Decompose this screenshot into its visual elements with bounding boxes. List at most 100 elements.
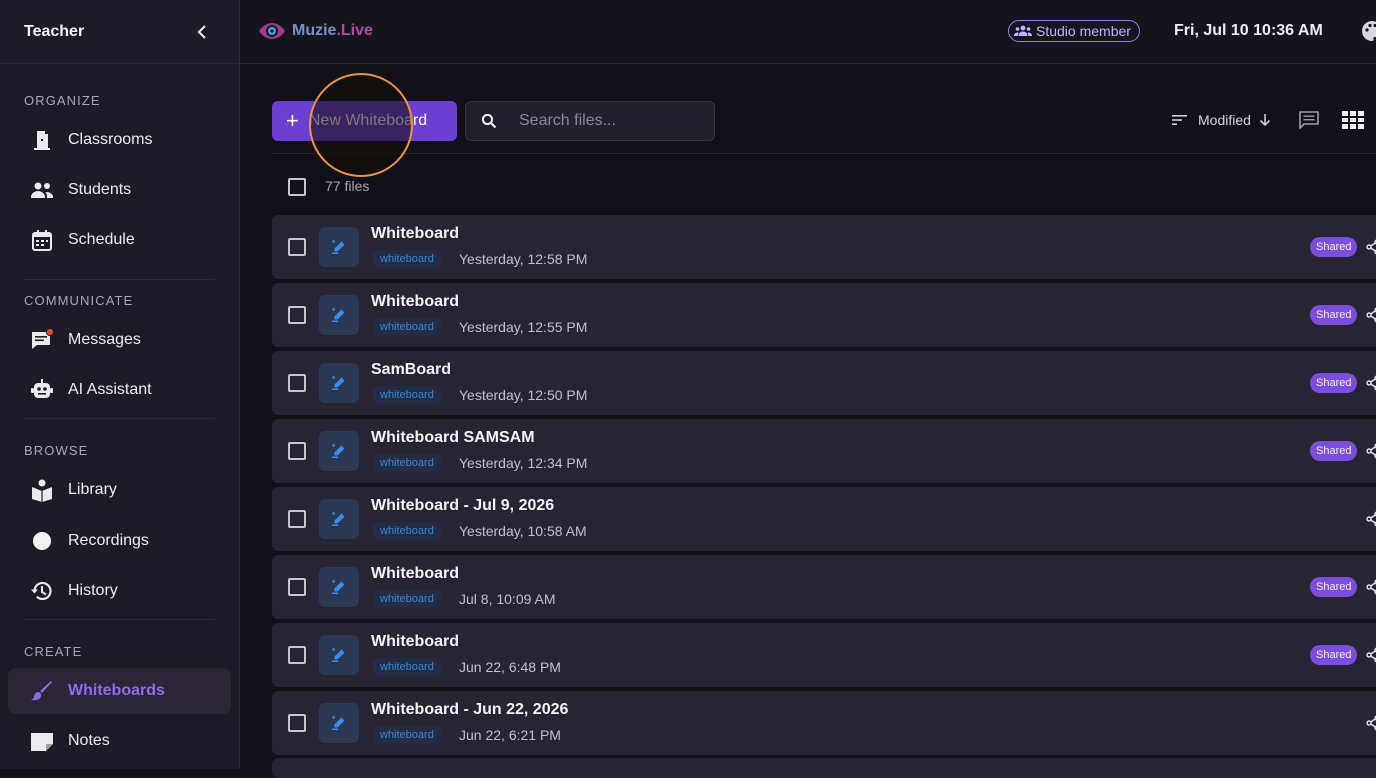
sidebar-item-schedule[interactable]: Schedule: [8, 217, 231, 263]
row-checkbox[interactable]: [288, 646, 306, 664]
file-modified-date: Jun 22, 6:48 PM: [459, 659, 561, 675]
sidebar-item-history[interactable]: History: [8, 568, 231, 614]
table-row[interactable]: Whiteboard - Jun 22, 2026 whiteboard Jun 2…: [272, 691, 1376, 755]
row-checkbox[interactable]: [288, 714, 306, 732]
arrow-down-icon: [1259, 114, 1270, 127]
row-checkbox[interactable]: [288, 578, 306, 596]
file-name[interactable]: Whiteboard - Jun 22, 2026: [371, 701, 568, 719]
search-input[interactable]: [517, 111, 701, 131]
sidebar-divider: [24, 619, 215, 620]
table-row[interactable]: Whiteboard whiteboard Jul 8, 10:09 AM Share…: [272, 555, 1376, 619]
table-row[interactable]: Whiteboard whiteboard Jun 22, 6:48 PM Share…: [272, 623, 1376, 687]
share-icon[interactable]: [1366, 307, 1376, 328]
share-icon[interactable]: [1366, 443, 1376, 464]
whiteboard-edit-icon: [332, 580, 345, 594]
book-icon: [30, 478, 54, 502]
table-row[interactable]: Whiteboard SAMSAM whiteboard Yesterday, 12…: [272, 419, 1376, 483]
shared-badge: Shared: [1310, 577, 1358, 597]
list-view-button[interactable]: [1299, 111, 1319, 134]
sort-label: Modified: [1198, 112, 1251, 128]
table-row[interactable]: [272, 758, 1376, 778]
row-checkbox[interactable]: [288, 442, 306, 460]
row-checkbox[interactable]: [288, 238, 306, 256]
new-whiteboard-button[interactable]: + New Whiteboard: [272, 101, 457, 141]
new-whiteboard-label: New Whiteboard: [308, 112, 428, 129]
file-name[interactable]: Whiteboard SAMSAM: [371, 429, 535, 447]
whiteboard-edit-icon: [332, 444, 345, 458]
sidebar-header: Teacher: [0, 0, 239, 64]
file-modified-date: Jun 22, 6:21 PM: [459, 727, 561, 743]
note-icon: [30, 729, 54, 753]
file-name[interactable]: Whiteboard: [371, 225, 459, 243]
whiteboard-thumbnail: [319, 499, 359, 539]
file-type-tag: whiteboard: [373, 318, 441, 336]
list-view-icon: [1299, 111, 1319, 130]
search-box[interactable]: [465, 101, 715, 141]
whiteboard-thumbnail: [319, 431, 359, 471]
sidebar-item-label: Students: [68, 181, 132, 198]
row-checkbox[interactable]: [288, 306, 306, 324]
shared-badge: Shared: [1310, 373, 1358, 393]
file-type-tag: whiteboard: [373, 658, 441, 676]
file-name[interactable]: Whiteboard: [371, 293, 459, 311]
file-name[interactable]: Whiteboard: [371, 565, 459, 583]
top-bar: Muzie.Live Studio member Fri, Jul 10 10:…: [240, 0, 1376, 64]
sidebar-item-label: Whiteboards: [68, 682, 165, 699]
file-modified-date: Yesterday, 12:34 PM: [459, 455, 588, 471]
sidebar-item-library[interactable]: Library: [8, 467, 231, 513]
table-row[interactable]: SamBoard whiteboard Yesterday, 12:50 PM Sha…: [272, 351, 1376, 415]
row-checkbox[interactable]: [288, 510, 306, 528]
palette-icon[interactable]: [1361, 20, 1376, 47]
group-icon: [1014, 25, 1032, 36]
table-row[interactable]: Whiteboard - Jul 9, 2026 whiteboard Yester…: [272, 487, 1376, 551]
sort-control[interactable]: Modified: [1172, 112, 1271, 128]
select-all-checkbox[interactable]: [288, 178, 306, 196]
share-icon[interactable]: [1366, 647, 1376, 668]
share-icon[interactable]: [1366, 239, 1376, 260]
toolbar-divider: [272, 153, 1376, 154]
shared-badge: Shared: [1310, 305, 1358, 325]
whiteboard-thumbnail: [319, 567, 359, 607]
sidebar-item-label: Recordings: [68, 532, 149, 549]
grid-view-button[interactable]: [1342, 111, 1364, 134]
whiteboard-thumbnail: [319, 363, 359, 403]
whiteboard-edit-icon: [332, 648, 345, 662]
sidebar-item-label: AI Assistant: [68, 381, 152, 398]
sidebar-item-students[interactable]: Students: [8, 167, 231, 213]
whiteboard-thumbnail: [319, 635, 359, 675]
shared-badge: Shared: [1310, 237, 1358, 257]
sidebar-divider: [24, 279, 215, 280]
collapse-sidebar-button[interactable]: [191, 20, 215, 44]
share-icon[interactable]: [1366, 511, 1376, 532]
sidebar-item-messages[interactable]: Messages: [8, 317, 231, 363]
robot-icon: [30, 378, 54, 402]
search-icon: [481, 113, 497, 129]
share-icon[interactable]: [1366, 715, 1376, 736]
app-logo[interactable]: Muzie.Live: [258, 20, 373, 42]
message-icon: [30, 328, 54, 352]
row-checkbox[interactable]: [288, 374, 306, 392]
table-row[interactable]: Whiteboard whiteboard Yesterday, 12:55 PM S…: [272, 283, 1376, 347]
table-row[interactable]: Whiteboard whiteboard Yesterday, 12:58 PM S…: [272, 215, 1376, 279]
grid-view-icon: [1342, 111, 1364, 129]
file-modified-date: Yesterday, 12:50 PM: [459, 387, 588, 403]
studio-member-badge[interactable]: Studio member: [1008, 20, 1140, 42]
file-name[interactable]: Whiteboard: [371, 633, 459, 651]
whiteboard-edit-icon: [332, 376, 345, 390]
file-modified-date: Jul 8, 10:09 AM: [459, 591, 556, 607]
file-name[interactable]: Whiteboard - Jul 9, 2026: [371, 497, 554, 515]
file-name[interactable]: SamBoard: [371, 361, 451, 379]
share-icon[interactable]: [1366, 579, 1376, 600]
record-icon: [30, 529, 54, 553]
sidebar-item-whiteboards[interactable]: Whiteboards: [8, 668, 231, 714]
sidebar-item-recordings[interactable]: Recordings: [8, 518, 231, 564]
sidebar-item-label: Messages: [68, 331, 141, 348]
sidebar-item-notes[interactable]: Notes: [8, 718, 231, 764]
people-icon: [30, 178, 54, 202]
whiteboard-thumbnail: [319, 227, 359, 267]
share-icon[interactable]: [1366, 375, 1376, 396]
history-icon: [30, 579, 54, 603]
logo-text: Muzie.Live: [292, 22, 373, 39]
sidebar-item-classrooms[interactable]: Classrooms: [8, 117, 231, 163]
sidebar-item-ai-assistant[interactable]: AI Assistant: [8, 367, 231, 413]
